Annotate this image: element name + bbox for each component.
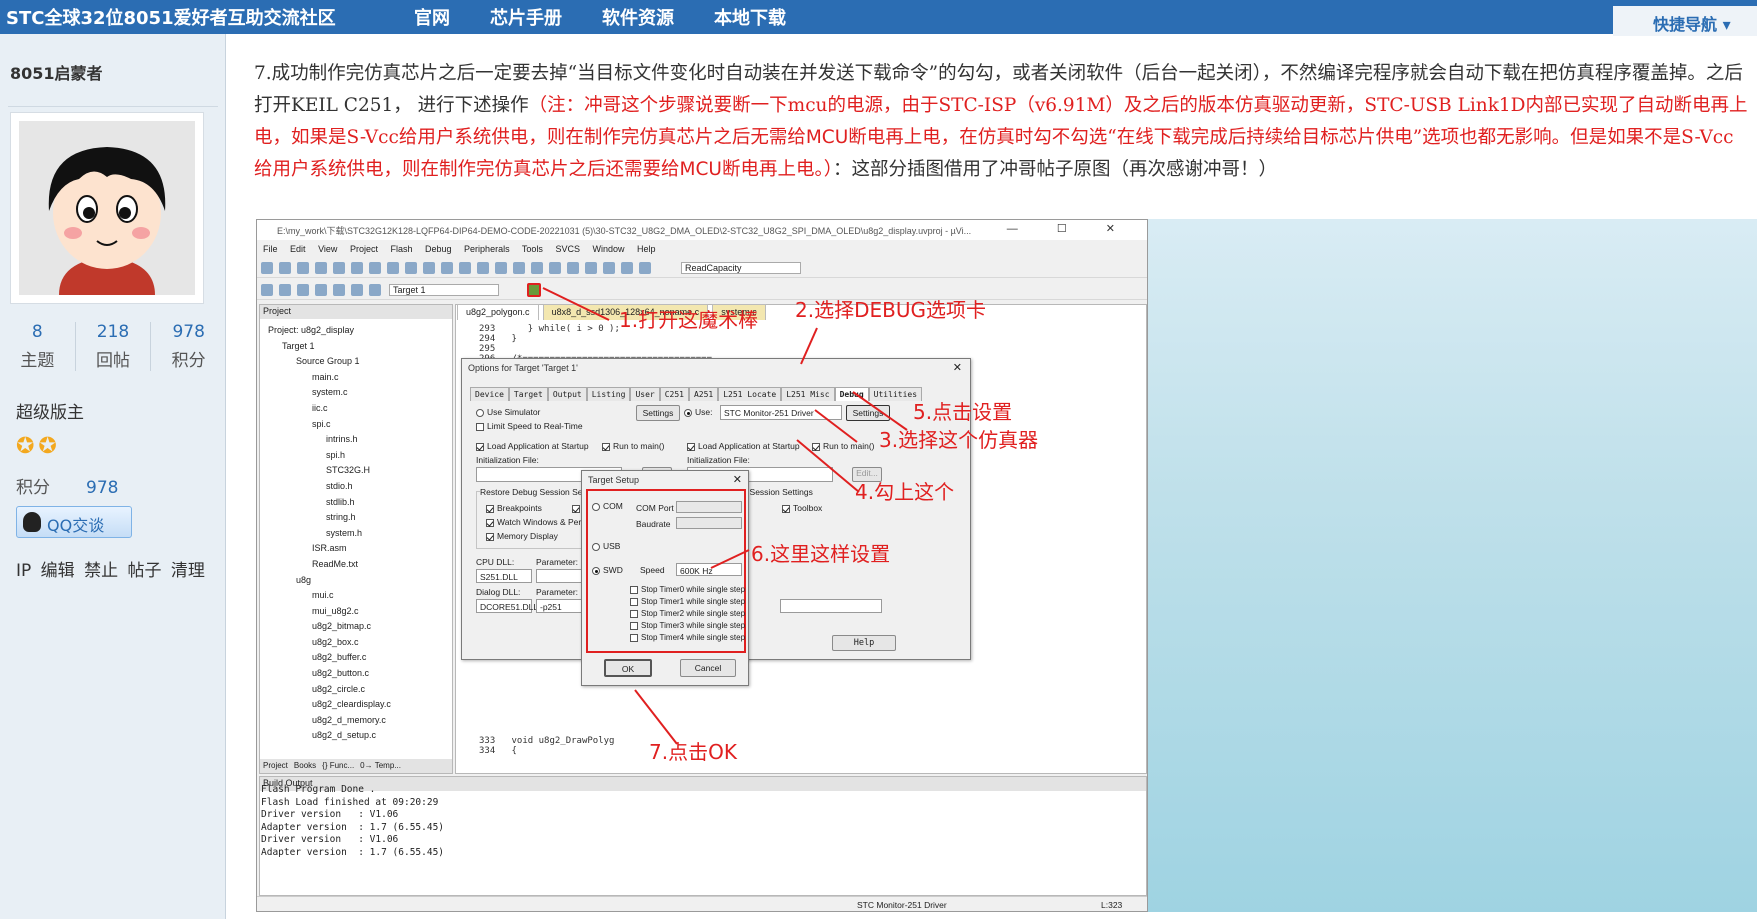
qq-penguin-icon <box>23 512 41 532</box>
annotation-6: 6.这里这样设置 <box>751 542 891 566</box>
annotation-7: 7.点击OK <box>649 740 737 764</box>
stat-replies[interactable]: 218 回帖 <box>76 322 152 371</box>
status-bar: STC Monitor-251 Driver L:323 <box>257 896 1147 911</box>
moderator-actions[interactable]: IP 编辑 禁止 帖子 清理 <box>16 556 205 581</box>
status-line: L:323 <box>1101 900 1123 910</box>
nav-local-download[interactable]: 本地下载 <box>714 4 786 30</box>
user-stats: 8 主题 218 回帖 978 积分 <box>0 322 226 371</box>
post-note-red-emph: 无需给MCU <box>750 127 849 148</box>
build-output-text: Flash Program Done . Flash Load finished… <box>261 784 445 858</box>
avatar[interactable] <box>10 112 204 304</box>
annotation-3: 3.选择这个仿真器 <box>879 428 1039 452</box>
quick-nav-button[interactable]: 快捷导航 ▾ <box>1613 6 1757 36</box>
annotation-4: 4.勾上这个 <box>855 480 955 504</box>
username[interactable]: 8051启蒙者 <box>10 60 103 84</box>
status-driver: STC Monitor-251 Driver <box>857 900 947 910</box>
stat-points[interactable]: 978 积分 <box>151 322 226 371</box>
site-title[interactable]: STC全球32位8051爱好者互助交流社区 <box>6 4 336 30</box>
annotation-1: 1.打开这魔术棒 <box>619 308 759 332</box>
score-row: 积分 978 <box>16 478 119 498</box>
divider <box>8 106 218 107</box>
annotation-5: 5.点击设置 <box>913 400 1013 424</box>
nav-official[interactable]: 官网 <box>414 4 450 30</box>
rank-star-icon: ✪✪ <box>16 434 61 459</box>
post-content: 7.成功制作完仿真芯片之后一定要去掉“当目标文件变化时自动装在并发送下载命令”的… <box>254 58 1749 186</box>
nav-software[interactable]: 软件资源 <box>602 4 674 30</box>
post-note-red-emph: 还需要给MCU <box>605 159 722 180</box>
stat-topics[interactable]: 8 主题 <box>0 322 76 371</box>
post-text: ：这部分插图借用了冲哥帖子原图（再次感谢冲哥！） <box>832 159 1277 180</box>
annotation-2: 2.选择DEBUG选项卡 <box>795 298 986 322</box>
avatar-cartoon-icon <box>19 121 195 295</box>
nav-chip-manual[interactable]: 芯片手册 <box>490 4 562 30</box>
keil-screenshot: E:\my_work\下载\STC32G12K128-LQFP64-DIP64-… <box>256 219 1148 912</box>
post-note-red: 断电再上电。） <box>721 159 833 180</box>
top-nav-bar: STC全球32位8051爱好者互助交流社区 官网 芯片手册 软件资源 本地下载 … <box>0 0 1757 36</box>
qq-chat-button[interactable]: QQ交谈 <box>16 506 132 538</box>
main-nav: 官网 芯片手册 软件资源 本地下载 <box>414 4 826 30</box>
background-image <box>1147 219 1757 912</box>
user-role[interactable]: 超级版主 <box>16 398 84 423</box>
